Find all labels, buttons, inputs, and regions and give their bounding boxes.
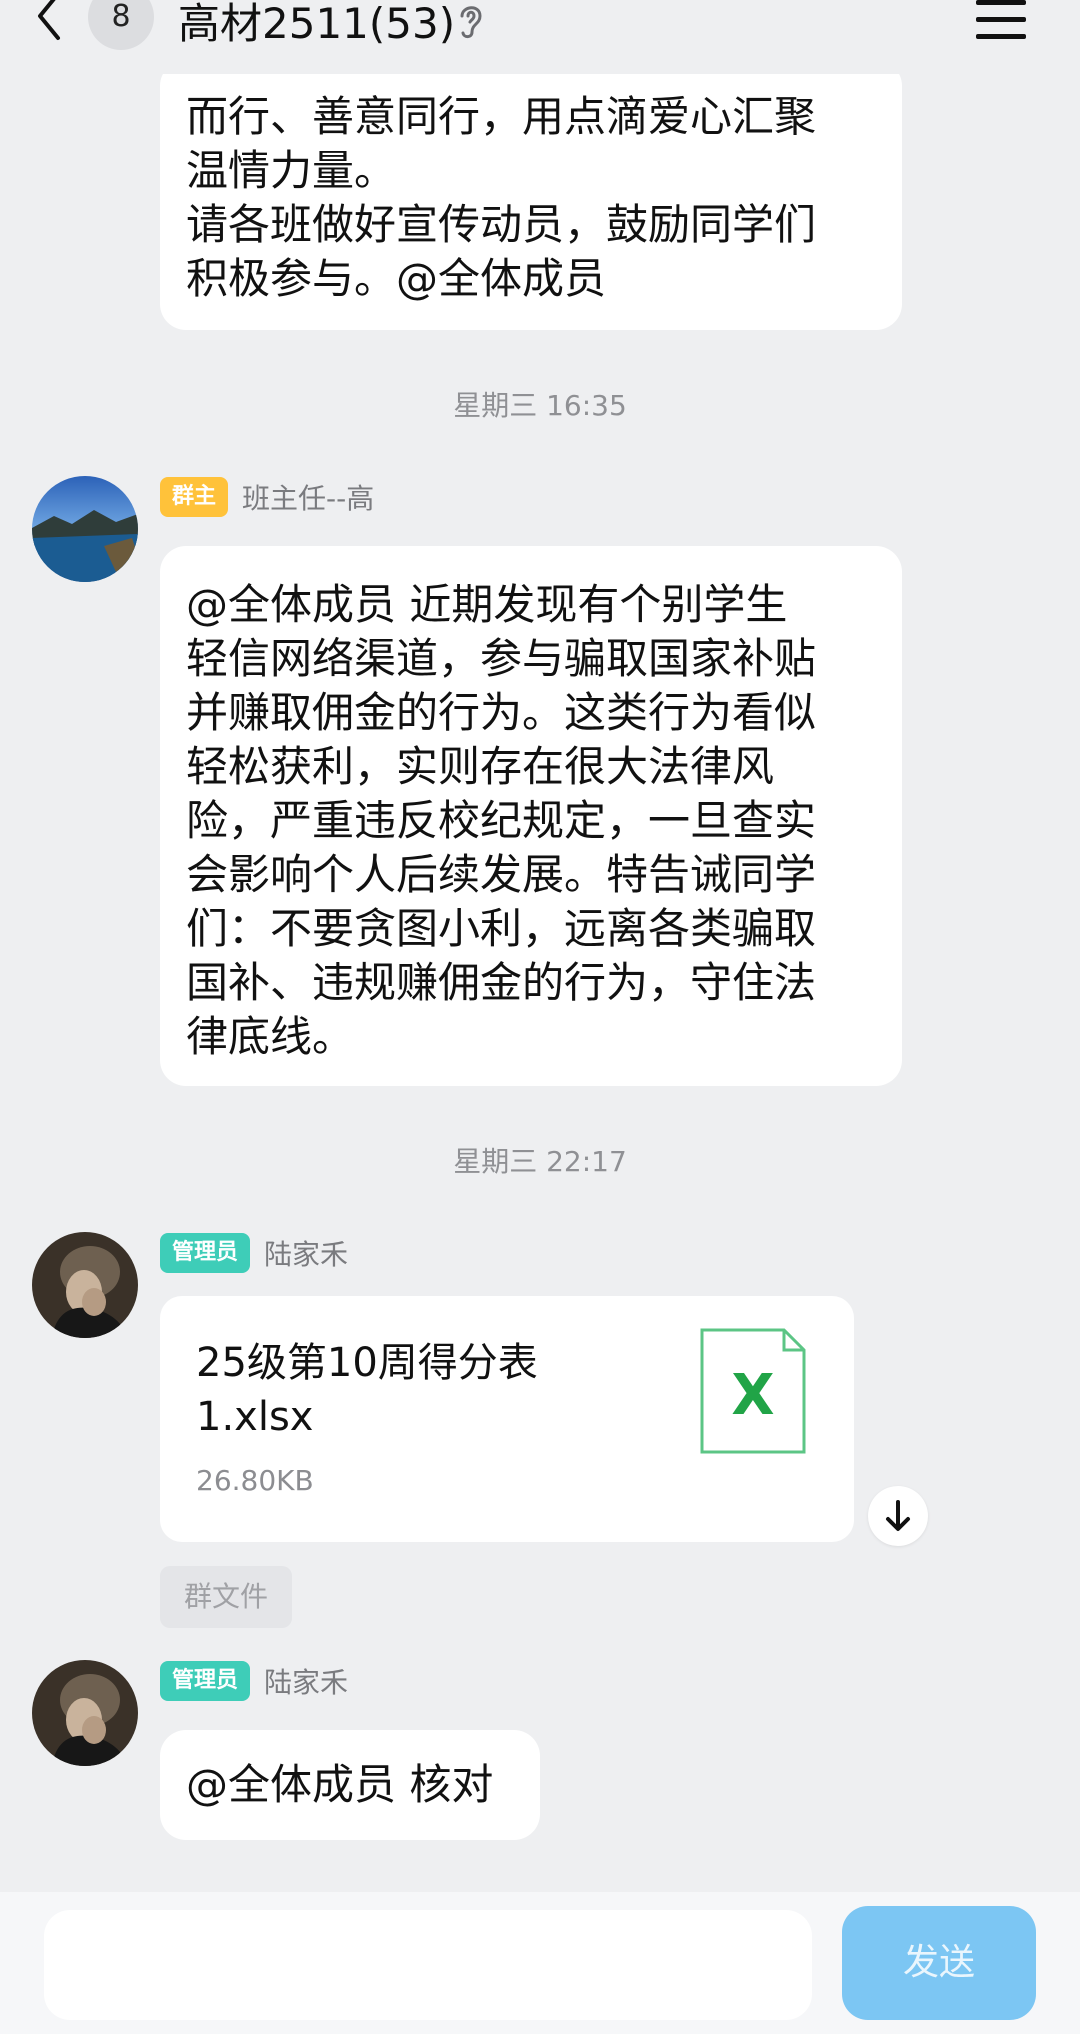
sender-row-admin: 管理员 陆家禾 [160, 1660, 348, 1702]
message-line: 律底线。 [186, 1012, 355, 1061]
excel-file-icon: X [698, 1326, 808, 1456]
message-input[interactable] [44, 1910, 812, 2020]
sender-name[interactable]: 陆家禾 [264, 1661, 348, 1701]
menu-button[interactable] [976, 0, 1032, 44]
message-line: 而行、善意同行，用点滴爱心汇聚 [186, 92, 817, 141]
timestamp-separator: 星期三 22:17 [453, 1145, 627, 1178]
sender-name[interactable]: 班主任--高 [242, 477, 374, 517]
file-message-card[interactable]: 25级第10周得分表 1.xlsx 26.80KB X [160, 1296, 854, 1542]
avatar-person-icon [32, 1232, 138, 1338]
sender-row-admin: 管理员 陆家禾 [160, 1232, 348, 1274]
message-line: 积极参与。@全体成员 [186, 254, 607, 303]
timestamp-separator: 星期三 16:35 [453, 389, 627, 422]
message-bubble-announcement[interactable]: 而行、善意同行，用点滴爱心汇聚 温情力量。 请各班做好宣传动员，鼓励同学们 积极… [160, 60, 902, 330]
back-button[interactable] [26, 0, 76, 50]
message-bubble-verify[interactable]: @全体成员 核对 [160, 1730, 540, 1840]
message-bubble-notice[interactable]: @全体成员 近期发现有个别学生 轻信网络渠道，参与骗取国家补贴 并赚取佣金的行为… [160, 546, 902, 1086]
message-line: 并赚取佣金的行为。这类行为看似 [186, 688, 817, 737]
admin-badge: 管理员 [160, 1661, 251, 1701]
admin-badge: 管理员 [160, 1233, 251, 1273]
message-line: 们：不要贪图小利，远离各类骗取 [186, 904, 817, 953]
avatar-landscape-icon [32, 476, 138, 582]
message-line: 温情力量。 [186, 146, 397, 195]
sender-name[interactable]: 陆家禾 [264, 1233, 348, 1273]
download-button[interactable] [868, 1486, 928, 1546]
avatar-owner[interactable] [32, 476, 138, 582]
unread-count-badge[interactable]: 8 [88, 0, 154, 50]
group-file-tag[interactable]: 群文件 [160, 1566, 292, 1628]
avatar-admin[interactable] [32, 1232, 138, 1338]
chevron-left-icon [38, 0, 60, 40]
chat-title[interactable]: 高材2511(53) [178, 0, 455, 51]
hamburger-menu-icon [976, 0, 1032, 39]
excel-letter: X [731, 1363, 774, 1428]
message-line: 险，严重违反校纪规定，一旦查实 [186, 796, 817, 845]
file-size: 26.80KB [196, 1464, 314, 1497]
input-bar: 发送 [0, 1892, 1080, 2034]
file-name: 25级第10周得分表 1.xlsx [196, 1336, 616, 1444]
owner-badge: 群主 [160, 477, 229, 517]
message-line: 国补、违规赚佣金的行为，守住法 [186, 958, 817, 1007]
send-button[interactable]: 发送 [842, 1906, 1036, 2020]
message-line: 会影响个人后续发展。特告诫同学 [186, 850, 817, 899]
ear-icon[interactable] [452, 0, 488, 40]
download-arrow-icon [886, 1500, 910, 1531]
chat-screen: 8 高材2511(53) 而行、善意同行，用点滴爱心汇聚 温情力量。 请各班做好… [0, 0, 1080, 2034]
message-text: @全体成员 核对 [186, 1760, 494, 1809]
avatar-person-icon [32, 1660, 138, 1766]
sender-row-owner: 群主 班主任--高 [160, 476, 374, 518]
message-line: 请各班做好宣传动员，鼓励同学们 [186, 200, 817, 249]
file-name-line: 1.xlsx [196, 1394, 314, 1440]
message-line: 轻松获利，实则存在很大法律风 [186, 742, 775, 791]
avatar-admin[interactable] [32, 1660, 138, 1766]
message-line: @全体成员 近期发现有个别学生 [186, 580, 788, 629]
file-name-line: 25级第10周得分表 [196, 1340, 538, 1386]
chat-header: 8 高材2511(53) [0, 0, 1080, 74]
message-line: 轻信网络渠道，参与骗取国家补贴 [186, 634, 817, 683]
